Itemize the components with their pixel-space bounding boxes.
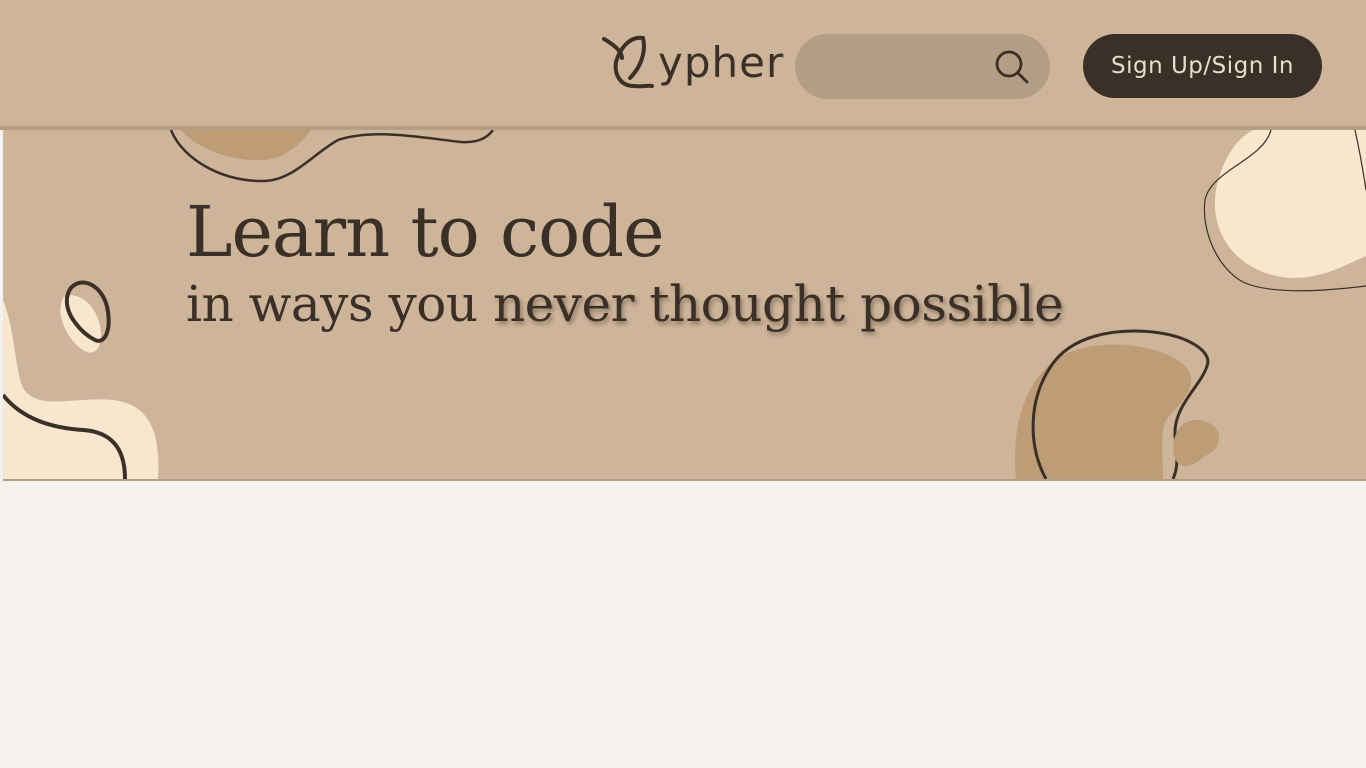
page-content-area — [0, 481, 1366, 768]
logo-wordmark: ypher — [658, 38, 785, 87]
search-bar[interactable] — [795, 34, 1050, 101]
brand-logo[interactable]: ypher — [600, 30, 783, 102]
leaf-c-logo-icon — [602, 35, 654, 89]
site-header: ypher Sign Up/Sign In — [0, 0, 1366, 130]
hero-title: Learn to code — [186, 191, 665, 273]
hero-banner: Learn to code in ways you never thought … — [3, 130, 1366, 481]
search-input[interactable] — [817, 34, 991, 101]
hero-subtitle: in ways you never thought possible — [186, 272, 1064, 336]
hero-subtitle-emphasis: never thought possible — [492, 275, 1064, 333]
sign-up-sign-in-button[interactable]: Sign Up/Sign In — [1083, 34, 1322, 98]
hero-subtitle-plain: in ways you — [186, 275, 493, 333]
search-icon[interactable] — [993, 48, 1031, 86]
